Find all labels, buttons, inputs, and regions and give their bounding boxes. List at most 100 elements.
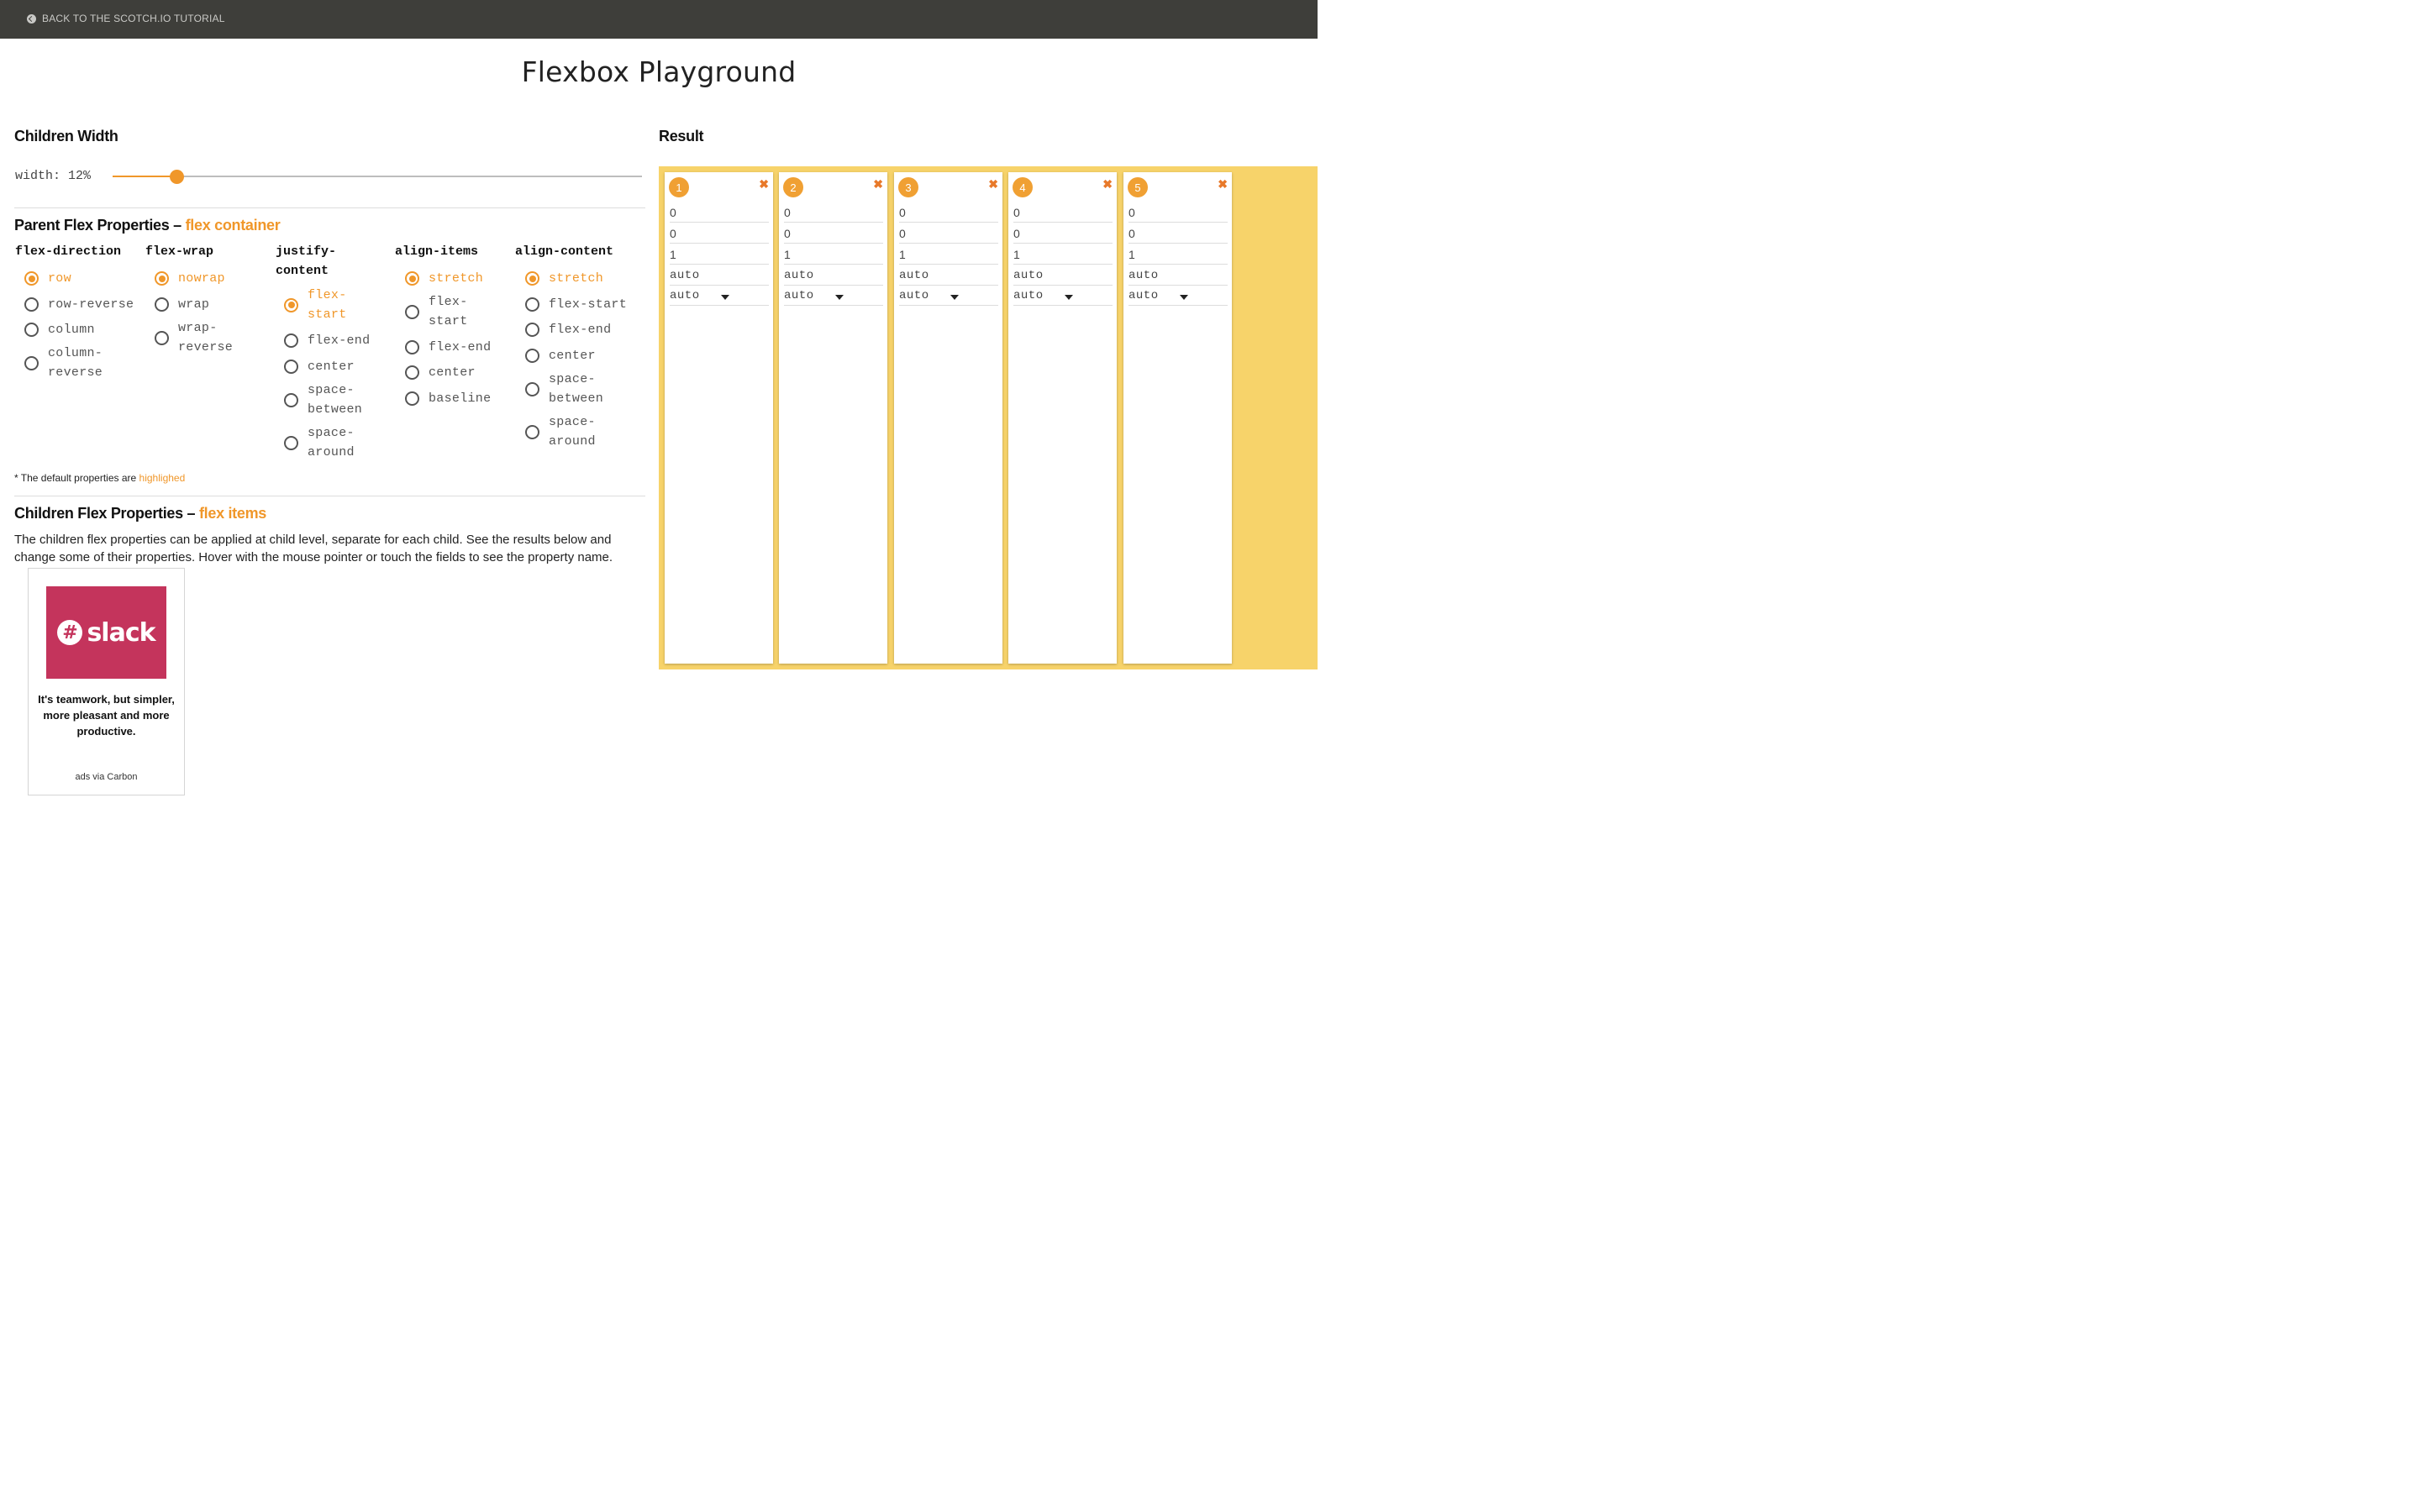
radio-label: nowrap xyxy=(178,271,225,286)
ad-text[interactable]: It's teamwork, but simpler, more pleasan… xyxy=(37,691,176,739)
children-flex-heading: Children Flex Properties – flex items xyxy=(14,505,266,522)
flex-shrink-field[interactable]: 1 xyxy=(784,244,883,265)
radio-row[interactable]: space-around xyxy=(284,423,362,462)
flex-basis-field[interactable]: auto xyxy=(1128,265,1228,286)
radio-selected[interactable] xyxy=(284,297,298,312)
radio-row[interactable]: flex-end xyxy=(284,331,370,350)
radio[interactable] xyxy=(284,360,298,374)
radio[interactable] xyxy=(405,304,419,319)
flex-basis-field[interactable]: auto xyxy=(899,265,998,286)
radio-label: space-around xyxy=(549,415,596,449)
slack-logo[interactable]: # slack xyxy=(46,586,166,679)
close-icon[interactable]: ✖ xyxy=(873,177,883,191)
align-self-value: auto xyxy=(784,289,814,302)
radio-row[interactable]: flex-end xyxy=(525,320,611,339)
radio-row[interactable]: wrap xyxy=(155,295,209,314)
flex-grow-field[interactable]: 0 xyxy=(1128,223,1228,244)
radio[interactable] xyxy=(155,297,169,312)
radio-row[interactable]: baseline xyxy=(405,389,491,408)
close-icon[interactable]: ✖ xyxy=(988,177,998,191)
align-self-select[interactable]: auto xyxy=(1128,286,1228,306)
radio-row[interactable]: flex-start xyxy=(525,295,627,314)
radio-selected[interactable] xyxy=(525,271,539,286)
flex-shrink-field[interactable]: 1 xyxy=(1128,244,1228,265)
order-field[interactable]: 0 xyxy=(784,202,883,223)
top-bar: BACK TO THE SCOTCH.IO TUTORIAL xyxy=(0,0,1318,39)
radio-selected[interactable] xyxy=(405,271,419,286)
radio-row[interactable]: row xyxy=(24,269,71,288)
width-slider[interactable] xyxy=(113,170,642,184)
close-icon[interactable]: ✖ xyxy=(1102,177,1113,191)
radio-row[interactable]: center xyxy=(284,357,355,376)
radio-row[interactable]: stretch xyxy=(405,269,483,288)
radio[interactable] xyxy=(405,365,419,380)
radio[interactable] xyxy=(525,349,539,363)
radio[interactable] xyxy=(405,391,419,406)
item-number-badge: 4 xyxy=(1013,177,1033,197)
radio-selected[interactable] xyxy=(24,271,39,286)
flex-basis-field[interactable]: auto xyxy=(1013,265,1113,286)
radio[interactable] xyxy=(284,435,298,450)
radio-row[interactable]: space-around xyxy=(525,412,603,451)
radio[interactable] xyxy=(525,323,539,337)
order-field[interactable]: 0 xyxy=(1013,202,1113,223)
radio-row[interactable]: space-between xyxy=(525,370,612,408)
slider-thumb[interactable] xyxy=(169,170,184,184)
radio[interactable] xyxy=(405,340,419,354)
flex-grow-field[interactable]: 0 xyxy=(670,223,769,244)
radio-selected[interactable] xyxy=(155,271,169,286)
children-flex-heading-text: Children Flex Properties – xyxy=(14,505,199,522)
radio-row[interactable]: center xyxy=(525,346,596,365)
radio-label: stretch xyxy=(429,271,484,286)
radio-row[interactable]: flex-start xyxy=(284,286,358,324)
radio[interactable] xyxy=(155,330,169,345)
radio-row[interactable]: flex-start xyxy=(405,292,479,331)
radio-row[interactable]: flex-end xyxy=(405,338,491,357)
radio-row[interactable]: column xyxy=(24,320,95,339)
flex-shrink-field[interactable]: 1 xyxy=(899,244,998,265)
radio-label: stretch xyxy=(549,271,604,286)
item-number-badge: 2 xyxy=(783,177,803,197)
slack-hash-icon: # xyxy=(57,620,83,645)
align-self-select[interactable]: auto xyxy=(899,286,998,306)
align-self-select[interactable]: auto xyxy=(670,286,769,306)
order-field[interactable]: 0 xyxy=(899,202,998,223)
order-field[interactable]: 0 xyxy=(670,202,769,223)
close-icon[interactable]: ✖ xyxy=(759,177,769,191)
radio-row[interactable]: nowrap xyxy=(155,269,225,288)
align-self-value: auto xyxy=(670,289,700,302)
radio[interactable] xyxy=(284,392,298,407)
radio-label: flex-start xyxy=(549,297,628,312)
ads-via-carbon-link[interactable]: ads via Carbon xyxy=(29,772,184,782)
parent-flex-heading-text: Parent Flex Properties – xyxy=(14,217,186,234)
flex-grow-field[interactable]: 0 xyxy=(1013,223,1113,244)
radio[interactable] xyxy=(284,333,298,348)
radio-row[interactable]: wrap-reverse xyxy=(155,318,245,357)
flex-basis-field[interactable]: auto xyxy=(784,265,883,286)
flex-shrink-field[interactable]: 1 xyxy=(670,244,769,265)
radio[interactable] xyxy=(24,297,39,312)
order-field[interactable]: 0 xyxy=(1128,202,1228,223)
flex-basis-field[interactable]: auto xyxy=(670,265,769,286)
radio[interactable] xyxy=(525,381,539,396)
radio[interactable] xyxy=(24,355,39,370)
radio-row[interactable]: column-reverse xyxy=(24,344,115,382)
radio-label: center xyxy=(429,365,476,380)
align-self-select[interactable]: auto xyxy=(1013,286,1113,306)
back-to-tutorial-link[interactable]: BACK TO THE SCOTCH.IO TUTORIAL xyxy=(27,13,225,24)
radio-row[interactable]: stretch xyxy=(525,269,603,288)
radio[interactable] xyxy=(24,323,39,337)
flex-container-accent: flex container xyxy=(185,217,281,234)
dropdown-arrow-icon xyxy=(1180,295,1188,300)
radio-row[interactable]: row-reverse xyxy=(24,295,134,314)
flex-grow-field[interactable]: 0 xyxy=(899,223,998,244)
close-icon[interactable]: ✖ xyxy=(1218,177,1228,191)
radio[interactable] xyxy=(525,424,539,439)
align-self-select[interactable]: auto xyxy=(784,286,883,306)
radio-row[interactable]: space-between xyxy=(284,381,371,419)
radio-row[interactable]: center xyxy=(405,363,476,382)
radio[interactable] xyxy=(525,297,539,312)
flex-item-card: 5 ✖ 0 0 1 auto auto xyxy=(1123,172,1232,664)
flex-grow-field[interactable]: 0 xyxy=(784,223,883,244)
flex-shrink-field[interactable]: 1 xyxy=(1013,244,1113,265)
